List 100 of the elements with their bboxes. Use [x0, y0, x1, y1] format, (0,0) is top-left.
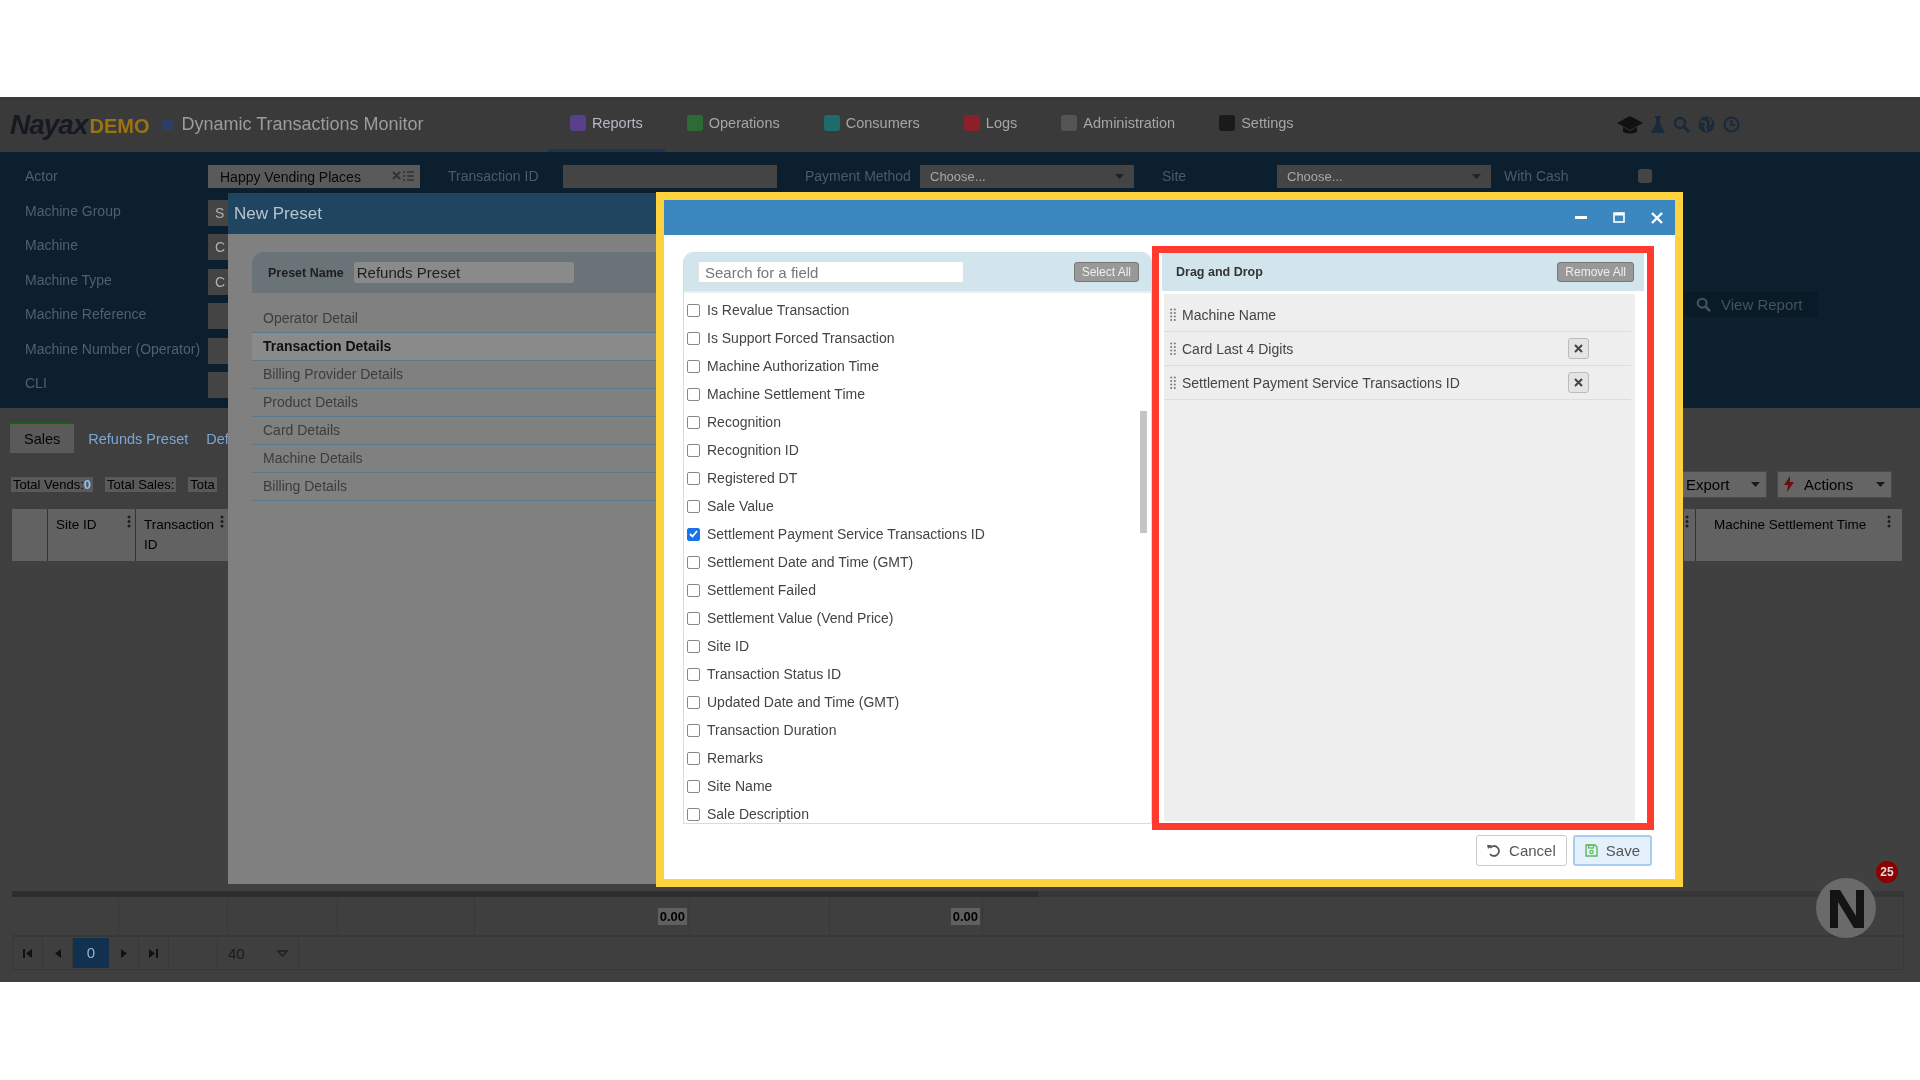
actions-button[interactable]: Actions — [1777, 470, 1892, 498]
last-page-icon — [149, 948, 158, 958]
field-label[interactable]: Settlement Payment Service Transactions ID — [707, 526, 985, 542]
total-label: Total Vends:0 — [11, 476, 94, 492]
input-field[interactable] — [563, 165, 777, 188]
checkbox[interactable] — [687, 555, 700, 569]
chat-launcher[interactable] — [1816, 878, 1876, 938]
filter-field[interactable]: C — [208, 234, 228, 260]
checkbox[interactable] — [687, 415, 700, 429]
preset-name-field[interactable]: Refunds Preset — [353, 262, 574, 283]
field-label[interactable]: Settlement Failed — [707, 582, 816, 598]
drag-handle-icon[interactable] — [1170, 308, 1176, 321]
maximize-icon[interactable] — [1613, 212, 1625, 223]
cancel-button[interactable]: Cancel — [1476, 835, 1567, 866]
checkbox[interactable] — [687, 471, 700, 485]
field-label: Preset Name — [268, 265, 344, 280]
field-label[interactable]: Transaction Status ID — [707, 666, 842, 682]
first-page-icon — [23, 948, 32, 958]
tab[interactable]: Def — [202, 422, 229, 453]
category-item[interactable]: Billing Details — [252, 473, 656, 501]
field-label[interactable]: Is Support Forced Transaction — [707, 330, 895, 346]
checkbox[interactable] — [687, 499, 700, 513]
field-label[interactable]: Registered DT — [707, 470, 798, 486]
drag-handle-icon[interactable] — [1170, 376, 1176, 389]
kebab-icon[interactable] — [220, 515, 224, 528]
category-item[interactable]: Billing Provider Details — [252, 361, 656, 389]
filter-label: Machine Number (Operator) — [24, 339, 202, 359]
filter-field[interactable] — [208, 303, 228, 329]
checkbox[interactable] — [687, 527, 700, 541]
checkbox[interactable] — [687, 639, 700, 653]
kebab-icon[interactable] — [1887, 515, 1891, 528]
checkbox[interactable] — [687, 779, 700, 793]
nav-tab[interactable]: Administration — [1039, 97, 1198, 152]
field-label[interactable]: Sale Value — [707, 498, 774, 514]
checkbox[interactable] — [687, 667, 700, 681]
scrollbar-thumb[interactable] — [1140, 411, 1147, 533]
selected-field-row[interactable]: Settlement Payment Service Transactions ID — [1164, 366, 1631, 400]
checkbox[interactable] — [687, 751, 700, 765]
field-label[interactable]: Is Revalue Transaction — [707, 302, 850, 318]
filter-field[interactable]: S — [208, 199, 228, 226]
filter-field[interactable]: C — [208, 268, 228, 295]
field-label[interactable]: Machine Settlement Time — [707, 386, 865, 402]
close-icon[interactable] — [1651, 211, 1663, 224]
dropdown-field[interactable]: Choose... — [920, 165, 1134, 188]
caret-icon — [1115, 174, 1124, 179]
nav-tab[interactable]: Settings — [1197, 97, 1316, 152]
checkbox[interactable] — [687, 807, 700, 821]
field-label[interactable]: Site Name — [707, 778, 773, 794]
category-item[interactable]: Machine Details — [252, 445, 656, 473]
checkbox[interactable] — [687, 695, 700, 709]
nav-tab[interactable]: Consumers — [801, 97, 942, 152]
field-label[interactable]: Updated Date and Time (GMT) — [707, 694, 900, 710]
checkbox[interactable] — [687, 303, 700, 317]
field-label[interactable]: Remarks — [707, 750, 763, 766]
dropdown-field[interactable]: Choose... — [1277, 165, 1491, 188]
nav-tab[interactable]: Operations — [664, 97, 802, 152]
remove-button[interactable] — [1568, 338, 1589, 359]
checkbox[interactable] — [687, 723, 700, 737]
field-label[interactable]: Settlement Value (Vend Price) — [707, 610, 894, 626]
checkbox[interactable] — [687, 611, 700, 625]
search-field[interactable]: Search for a field — [698, 261, 964, 283]
monitor-icon — [161, 118, 174, 131]
drag-handle-icon[interactable] — [1170, 342, 1176, 355]
remove-all-button[interactable]: Remove All — [1557, 262, 1634, 282]
actor-field[interactable]: Happy Vending Places — [208, 165, 420, 188]
field-label[interactable]: Site ID — [707, 638, 749, 654]
clear-list-icon[interactable] — [392, 171, 414, 182]
category-item[interactable]: Product Details — [252, 389, 656, 417]
kebab-icon[interactable] — [127, 515, 131, 528]
field-label[interactable]: Settlement Date and Time (GMT) — [707, 554, 914, 570]
save-button[interactable]: Save — [1572, 835, 1652, 866]
page-number[interactable]: 0 — [73, 938, 109, 968]
close-icon — [1574, 344, 1583, 353]
checkbox[interactable] — [687, 583, 700, 597]
tab[interactable]: Sales — [10, 422, 75, 453]
selected-field-row[interactable]: Card Last 4 Digits — [1164, 332, 1631, 366]
category-item[interactable]: Transaction Details — [252, 333, 656, 361]
checkbox[interactable] — [687, 331, 700, 345]
field-label[interactable]: Recognition — [707, 414, 781, 430]
tab[interactable]: Refunds Preset — [74, 422, 203, 453]
close-icon — [1574, 378, 1583, 387]
filter-field[interactable] — [208, 372, 228, 398]
checkbox[interactable] — [687, 387, 700, 401]
remove-button[interactable] — [1568, 372, 1589, 393]
selected-field-row[interactable]: Machine Name — [1164, 298, 1631, 332]
nav-tab[interactable]: Logs — [941, 97, 1040, 152]
category-item[interactable]: Card Details — [252, 417, 656, 445]
select-all-button[interactable]: Select All — [1073, 262, 1139, 282]
checkbox[interactable] — [687, 359, 700, 373]
caret-icon — [277, 949, 288, 957]
filter-label: Payment Method — [805, 167, 912, 186]
checkbox[interactable] — [687, 443, 700, 457]
field-label[interactable]: Machine Authorization Time — [707, 358, 879, 374]
field-label[interactable]: Recognition ID — [707, 442, 799, 458]
kebab-icon[interactable] — [1685, 515, 1689, 528]
field-label[interactable]: Sale Description — [707, 806, 809, 822]
field-label[interactable]: Transaction Duration — [707, 722, 837, 738]
footer-total: 0.00 — [950, 907, 980, 925]
filter-field[interactable] — [208, 337, 228, 364]
checkbox[interactable] — [1638, 169, 1652, 183]
